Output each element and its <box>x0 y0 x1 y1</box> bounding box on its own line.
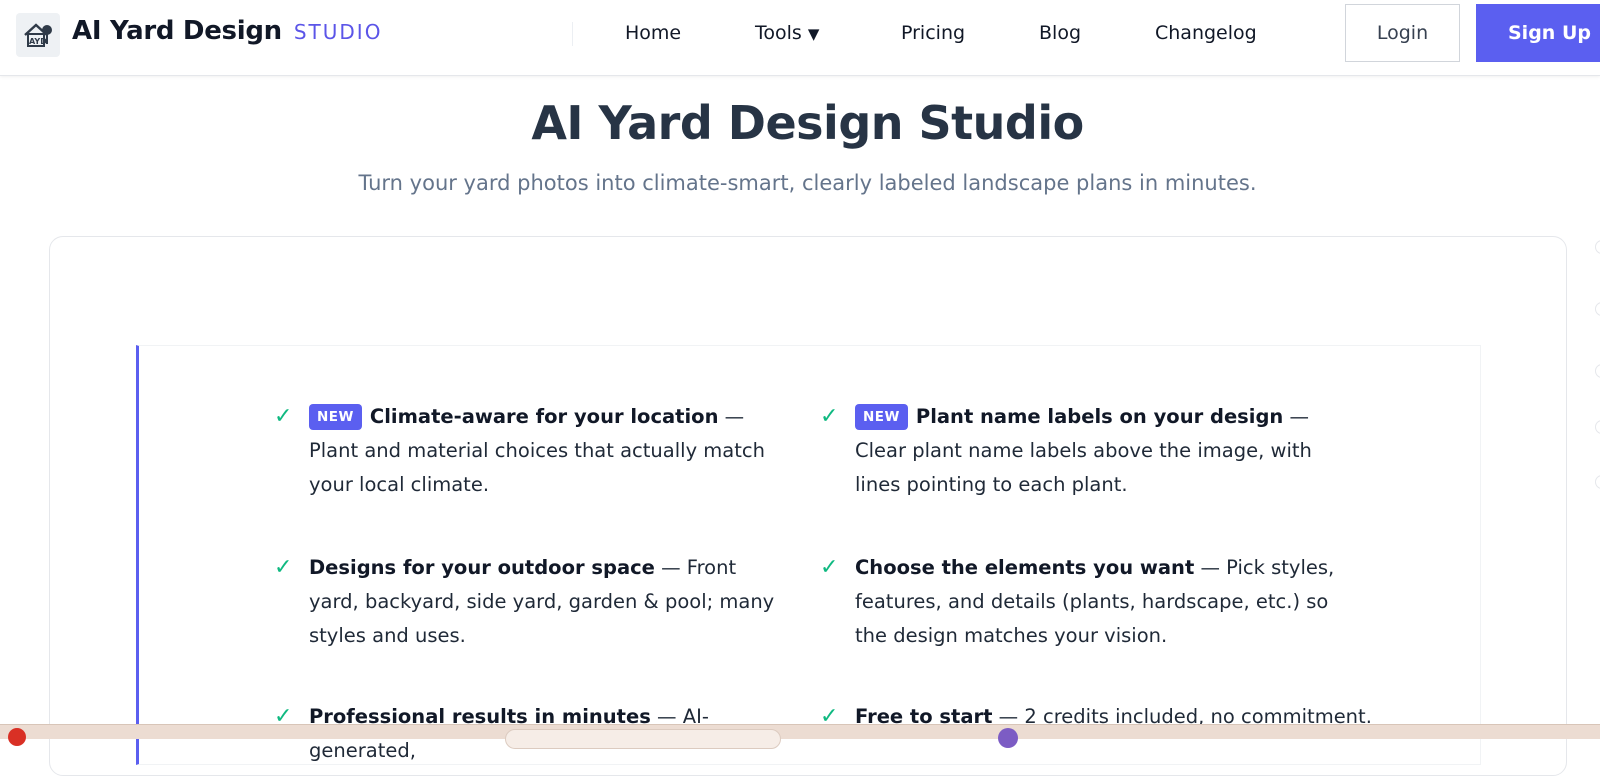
page-title: AI Yard Design Studio <box>531 96 1084 150</box>
new-badge: NEW <box>309 404 362 430</box>
nav-home[interactable]: Home <box>625 22 681 44</box>
app-icon[interactable] <box>8 728 26 746</box>
chevron-down-icon: ▼ <box>807 25 820 43</box>
nav-changelog[interactable]: Changelog <box>1155 22 1257 44</box>
page-subtitle: Turn your yard photos into climate-smart… <box>358 171 1257 195</box>
feature-item: ✓ Choose the elements you want — Pick st… <box>820 551 1345 653</box>
brand-wordmark[interactable]: AI Yard Design STUDIO <box>72 16 382 46</box>
feature-item: ✓ NEW Climate-aware for your location — P… <box>274 400 799 502</box>
check-icon: ✓ <box>274 555 293 580</box>
check-icon: ✓ <box>820 555 839 580</box>
signup-button[interactable]: Sign Up <box>1476 4 1600 62</box>
side-scroll-dot[interactable] <box>1595 420 1600 434</box>
nav-blog[interactable]: Blog <box>1039 22 1081 44</box>
brand-sub: STUDIO <box>293 20 383 44</box>
nav-pricing[interactable]: Pricing <box>901 22 965 44</box>
login-button[interactable]: Login <box>1345 4 1460 62</box>
svg-text:AYD: AYD <box>29 37 47 46</box>
feature-title: Plant name labels on your design <box>915 405 1284 428</box>
taskbar-search-pill[interactable] <box>505 729 781 749</box>
side-scroll-dot[interactable] <box>1595 302 1600 316</box>
brand-name: AI Yard Design <box>72 16 282 46</box>
side-scroll-dot[interactable] <box>1595 364 1600 378</box>
check-icon: ✓ <box>274 404 293 429</box>
app-icon[interactable] <box>998 728 1018 748</box>
feature-title: Climate-aware for your location <box>369 405 719 428</box>
new-badge: NEW <box>855 404 908 430</box>
feature-item: ✓ Designs for your outdoor space — Front… <box>274 551 779 653</box>
feature-item: ✓ NEW Plant name labels on your design — … <box>820 400 1345 502</box>
logo-graphic: AYD <box>24 23 52 47</box>
side-scroll-dot[interactable] <box>1595 475 1600 489</box>
top-navbar: AYD AI Yard Design STUDIO Home Tools ▼ Pr… <box>0 0 1600 76</box>
feature-title: Designs for your outdoor space <box>309 556 655 579</box>
house-tree-logo-icon[interactable]: AYD <box>16 13 60 57</box>
nav-tools[interactable]: Tools ▼ <box>755 22 819 44</box>
side-scroll-dot[interactable] <box>1595 240 1600 254</box>
feature-title: Choose the elements you want <box>855 556 1195 579</box>
nav-divider <box>572 22 573 46</box>
nav-tools-label: Tools <box>755 22 802 44</box>
check-icon: ✓ <box>820 404 839 429</box>
os-taskbar <box>0 724 1600 749</box>
